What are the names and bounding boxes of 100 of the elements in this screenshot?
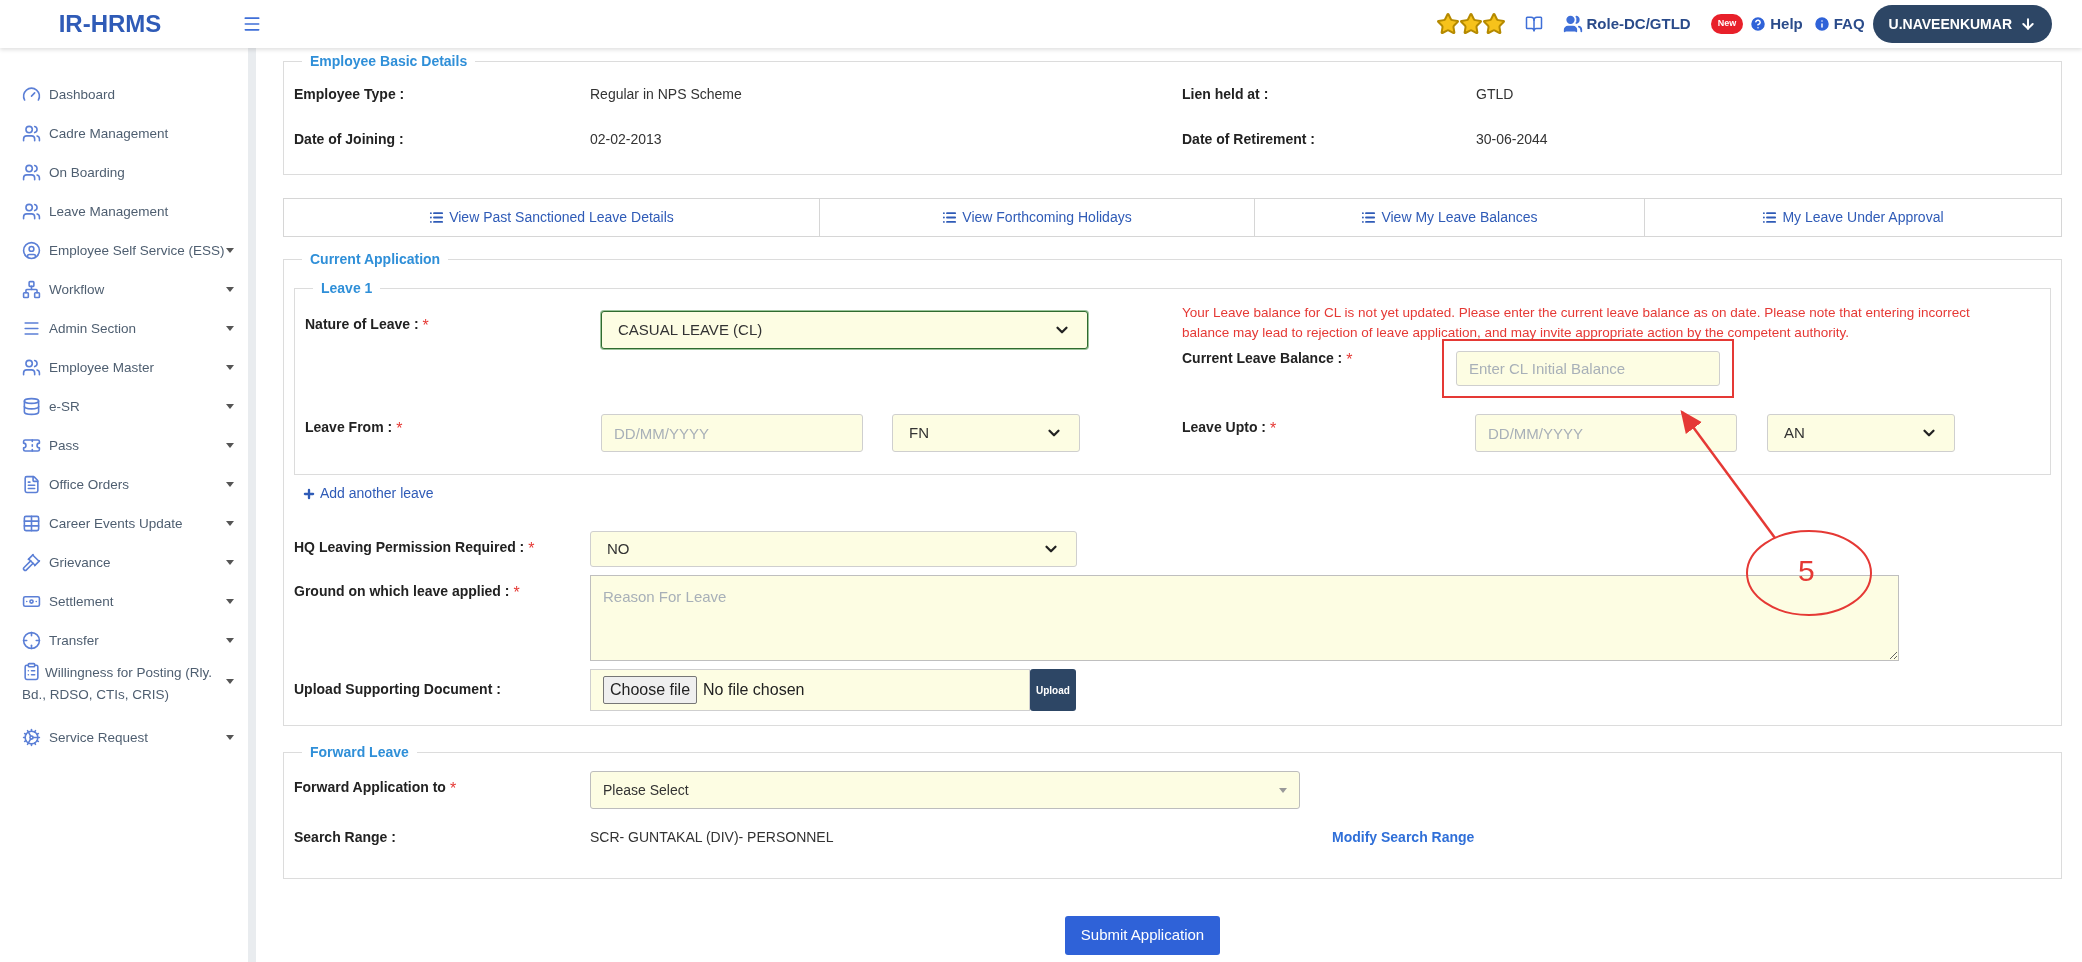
required-mark: * bbox=[449, 779, 457, 799]
sidebar-item[interactable]: On Boarding bbox=[22, 153, 234, 192]
submit-button[interactable]: Submit Application bbox=[1064, 916, 1221, 955]
field-label: Leave From : bbox=[305, 418, 393, 437]
file-input[interactable]: Choose file No file chosen bbox=[590, 669, 1030, 711]
sidebar-item[interactable]: Employee Self Service (ESS) bbox=[22, 231, 234, 270]
field-value: 30-06-2044 bbox=[1476, 130, 1549, 149]
field-label: Date of Retirement : bbox=[1182, 130, 1317, 149]
required-mark: * bbox=[1346, 350, 1353, 370]
view-link[interactable]: View My Leave Balances bbox=[1254, 199, 1644, 236]
list-icon bbox=[429, 210, 445, 225]
sidebar-item[interactable]: Workflow bbox=[22, 270, 234, 309]
caret-icon bbox=[226, 679, 234, 684]
sidebar-item[interactable]: Employee Master bbox=[22, 348, 234, 387]
clipboard-icon bbox=[22, 662, 41, 681]
session-select[interactable]: AN bbox=[1767, 414, 1955, 452]
caret-icon bbox=[1279, 787, 1287, 793]
field-value: 02-02-2013 bbox=[590, 130, 663, 149]
sidebar-item[interactable]: Cadre Management bbox=[22, 114, 234, 153]
view-link[interactable]: My Leave Under Approval bbox=[1644, 199, 2061, 236]
fieldset-legend: Employee Basic Details bbox=[302, 51, 476, 72]
caret-icon bbox=[226, 638, 234, 643]
sidebar-item[interactable]: Transfer bbox=[22, 621, 234, 660]
fieldset-legend: Leave 1 bbox=[313, 278, 381, 299]
users-icon bbox=[22, 358, 41, 377]
warning-message: Your Leave balance for CL is not yet updated. Please enter the current leave balance as on date. Please note that entering incorrect balance may lead to rejection of leave application, and may invite appropriate action by the competent authority. bbox=[1182, 304, 1971, 342]
users-icon bbox=[22, 124, 41, 143]
field-value: SCR- GUNTAKAL (DIV)- PERSONNEL bbox=[590, 828, 835, 847]
field-label: Employee Type : bbox=[294, 85, 406, 104]
choose-file-button[interactable]: Choose file bbox=[603, 676, 698, 704]
file-status: No file chosen bbox=[703, 680, 805, 700]
sidebar-item[interactable]: Settlement bbox=[22, 582, 234, 621]
sidebar-item[interactable]: e-SR bbox=[22, 387, 234, 426]
star-icon bbox=[1481, 12, 1506, 36]
session-select[interactable]: FN bbox=[892, 414, 1080, 452]
leave-type-select[interactable]: CASUAL LEAVE (CL) bbox=[601, 311, 1088, 349]
field-label: Date of Joining : bbox=[294, 130, 405, 149]
hq-permission-select[interactable]: NO bbox=[590, 531, 1077, 567]
role-link[interactable]: Role-DC/GTLD bbox=[1586, 12, 1691, 36]
menu-icon[interactable] bbox=[242, 14, 262, 34]
field-label: Nature of Leave : bbox=[305, 315, 419, 334]
info-icon bbox=[1812, 15, 1831, 33]
sidebar-item[interactable]: Grievance bbox=[22, 543, 234, 582]
sidebar-item[interactable]: Office Orders bbox=[22, 465, 234, 504]
sidebar-item[interactable]: Pass bbox=[22, 426, 234, 465]
caret-icon bbox=[226, 248, 234, 253]
field-value: GTLD bbox=[1476, 85, 1515, 104]
required-mark: * bbox=[528, 539, 535, 559]
users-icon bbox=[1562, 14, 1583, 34]
help-icon bbox=[1749, 15, 1768, 33]
crosshair-icon bbox=[22, 631, 41, 650]
caret-icon bbox=[226, 287, 234, 292]
sidebar-item[interactable]: Leave Management bbox=[22, 192, 234, 231]
field-value: Regular in NPS Scheme bbox=[590, 85, 743, 104]
field-label: Ground on which leave applied : bbox=[294, 582, 510, 601]
database-icon bbox=[22, 397, 41, 416]
view-link[interactable]: View Past Sanctioned Leave Details bbox=[284, 199, 819, 236]
caret-icon bbox=[226, 404, 234, 409]
sidebar-item[interactable]: Service Request bbox=[22, 718, 234, 757]
app-logo[interactable]: IR-HRMS bbox=[58, 6, 162, 42]
caret-icon bbox=[226, 443, 234, 448]
users-icon bbox=[22, 202, 41, 221]
menu-icon bbox=[22, 319, 41, 338]
new-badge: New bbox=[1710, 14, 1744, 34]
forward-to-select[interactable]: Please Select bbox=[590, 771, 1300, 809]
date-field[interactable]: DD/MM/YYYY bbox=[1475, 414, 1737, 452]
sidebar-item[interactable]: Admin Section bbox=[22, 309, 234, 348]
user-circle-icon bbox=[22, 241, 41, 260]
caret-icon bbox=[226, 560, 234, 565]
help-link[interactable]: Help bbox=[1770, 12, 1803, 36]
date-field[interactable]: DD/MM/YYYY bbox=[601, 414, 863, 452]
upload-button[interactable]: Upload bbox=[1030, 669, 1076, 711]
required-mark: * bbox=[396, 419, 403, 439]
field-label: Search Range : bbox=[294, 828, 397, 847]
sidebar-item[interactable]: Willingness for Posting (Rly. Bd., RDSO, CTIs, CRIS) bbox=[22, 662, 234, 706]
sidebar-item[interactable]: Dashboard bbox=[22, 75, 234, 114]
star-icon bbox=[1458, 12, 1483, 36]
leave-balance-field[interactable]: Enter CL Initial Balance bbox=[1456, 351, 1720, 386]
list-icon bbox=[1361, 210, 1377, 225]
faq-link[interactable]: FAQ bbox=[1833, 12, 1865, 36]
modify-range-link[interactable]: Modify Search Range bbox=[1332, 827, 1475, 848]
view-link[interactable]: View Forthcoming Holidays bbox=[819, 199, 1254, 236]
gauge-icon bbox=[22, 85, 41, 104]
field-label: Forward Application to bbox=[294, 778, 446, 797]
required-mark: * bbox=[513, 583, 520, 603]
fieldset-legend: Forward Leave bbox=[302, 742, 417, 763]
caret-icon bbox=[226, 326, 234, 331]
ticket-icon bbox=[22, 436, 41, 455]
table-icon bbox=[22, 514, 41, 533]
user-button[interactable]: U.NAVEENKUMAR bbox=[1872, 5, 2052, 43]
users-icon bbox=[22, 163, 41, 182]
gears-icon bbox=[22, 728, 41, 747]
sitemap-icon bbox=[22, 280, 41, 299]
book-icon[interactable] bbox=[1524, 15, 1543, 33]
field-label: Leave Upto : bbox=[1182, 418, 1266, 437]
add-leave-link[interactable]: Add another leave bbox=[302, 483, 434, 504]
sidebar-item[interactable]: Career Events Update bbox=[22, 504, 234, 543]
caret-icon bbox=[226, 735, 234, 740]
document-icon bbox=[22, 475, 41, 494]
fieldset-legend: Current Application bbox=[302, 249, 449, 270]
